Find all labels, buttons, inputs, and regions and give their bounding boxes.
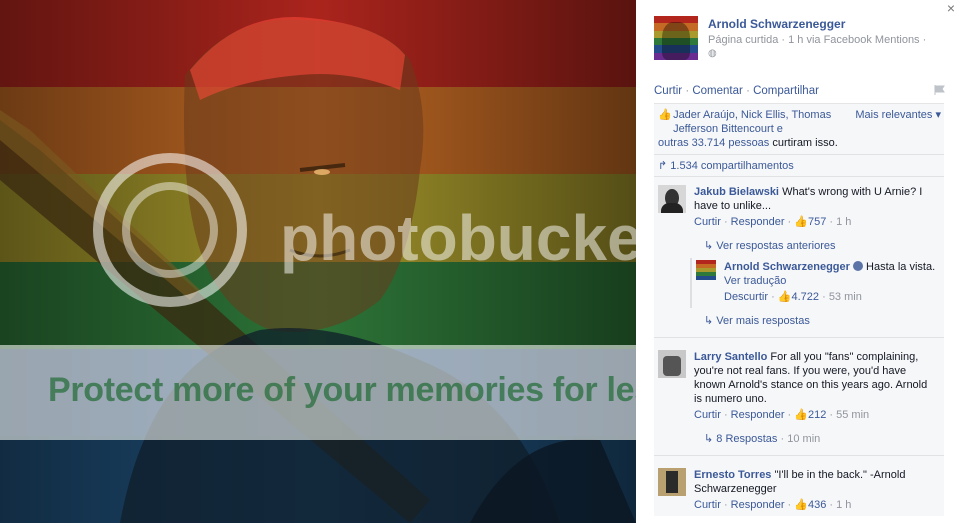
commenter-avatar[interactable] <box>658 185 686 213</box>
comment-reply-button[interactable]: Responder <box>731 499 785 511</box>
commenter-avatar[interactable] <box>658 468 686 496</box>
comment-meta: Curtir · Responder · 👍212 · 55 min <box>694 409 870 421</box>
replies-link[interactable]: ↳ 8 Respostas · 10 min <box>654 426 944 451</box>
thumbs-up-icon: 👍 <box>658 109 672 121</box>
reply-like-count[interactable]: 4.722 <box>792 291 820 303</box>
reply: Arnold Schwarzenegger Hasta la vista. Ve… <box>690 258 944 308</box>
comment-like-button[interactable]: Curtir <box>694 409 721 421</box>
commenter-name[interactable]: Larry Santello <box>694 351 767 363</box>
post-actions: Curtir · Comentar · Compartilhar <box>654 85 819 97</box>
post-author: Arnold Schwarzenegger Página curtida · 1… <box>654 16 926 60</box>
like-button[interactable]: Curtir <box>654 85 682 97</box>
thumbs-up-icon: 👍 <box>794 499 808 511</box>
post-side-panel: × Arnold Schwarzenegger Página curtida ·… <box>636 0 960 523</box>
feedback-section: 👍 Jader Araújo, Nick Ellis, Thomas Jeffe… <box>654 103 944 516</box>
sort-label: Mais relevantes <box>855 109 933 121</box>
comment-like-button[interactable]: Curtir <box>694 216 721 228</box>
replies-time: 10 min <box>787 433 821 445</box>
flag-icon[interactable] <box>934 85 946 95</box>
reply-meta: Descurtir · 👍4.722 · 53 min <box>724 291 862 303</box>
share-icon: ↱ <box>658 160 671 172</box>
share-button[interactable]: Compartilhar <box>753 85 819 97</box>
close-icon[interactable]: × <box>947 0 955 16</box>
globe-icon: ◍ <box>708 48 717 59</box>
commenter-name[interactable]: Jakub Bielawski <box>694 186 779 198</box>
comment-button[interactable]: Comentar <box>692 85 743 97</box>
divider <box>654 337 944 338</box>
svg-text:photobucket: photobucket <box>280 202 636 274</box>
thumbs-up-icon: 👍 <box>777 291 792 303</box>
comment-reply-button[interactable]: Responder <box>731 216 785 228</box>
sort-dropdown[interactable]: Mais relevantes ▾ <box>855 108 941 122</box>
author-avatar[interactable] <box>654 16 698 60</box>
comment-meta: Curtir · Responder · 👍757 · 1 h <box>694 216 852 228</box>
shares-count: 1.534 compartilhamentos <box>670 160 794 172</box>
watermark-text: Protect more of your memories for less! <box>48 371 636 409</box>
photobucket-watermark: photobucket <box>93 153 636 307</box>
replies-label: 8 Respostas <box>716 433 778 445</box>
comment: Larry Santello For all you "fans" compla… <box>654 342 944 426</box>
likes-suffix: curtiram isso. <box>772 137 838 149</box>
previous-replies-link[interactable]: ↳ Ver respostas anteriores <box>654 233 944 258</box>
comment-like-count[interactable]: 757 <box>808 216 826 228</box>
author-name[interactable]: Arnold Schwarzenegger <box>708 17 926 31</box>
reply-arrow-icon: ↳ <box>704 240 717 252</box>
see-translation-link[interactable]: Ver tradução <box>724 275 786 287</box>
comment: Ernesto Torres "I'll be in the back." -A… <box>654 460 944 516</box>
comment-like-button[interactable]: Curtir <box>694 499 721 511</box>
commenter-avatar[interactable] <box>658 350 686 378</box>
comment: Jakub Bielawski What's wrong with U Arni… <box>654 177 944 233</box>
verified-badge-icon <box>852 261 863 271</box>
reply-arrow-icon: ↳ <box>704 315 717 327</box>
shares-summary[interactable]: ↱ 1.534 compartilhamentos <box>654 155 944 177</box>
reply-author-avatar[interactable] <box>696 260 716 280</box>
comment-time[interactable]: 55 min <box>836 409 869 421</box>
previous-replies-label: Ver respostas anteriores <box>716 240 836 252</box>
others-link[interactable]: outras 33.714 pessoas <box>658 137 769 149</box>
comment-time[interactable]: 1 h <box>836 499 851 511</box>
thumbs-up-icon: 👍 <box>794 216 808 228</box>
post-meta: Página curtida · 1 h via Facebook Mentio… <box>708 34 927 46</box>
thumbs-up-icon: 👍 <box>794 409 808 421</box>
photo-viewer[interactable]: photobucket Protect more of your memorie… <box>0 0 636 523</box>
comment-like-count[interactable]: 436 <box>808 499 826 511</box>
commenter-name[interactable]: Ernesto Torres <box>694 469 771 481</box>
more-replies-link[interactable]: ↳ Ver mais respostas <box>654 308 944 333</box>
liker-names[interactable]: Jader Araújo, Nick Ellis, Thomas Jeffers… <box>673 108 863 136</box>
divider <box>654 455 944 456</box>
unlike-button[interactable]: Descurtir <box>724 291 768 303</box>
reply-arrow-icon: ↳ <box>704 433 717 445</box>
reply-text: Hasta la vista. <box>866 261 936 273</box>
watermark-banner: Protect more of your memories for less! <box>0 345 636 440</box>
chevron-down-icon: ▾ <box>932 109 941 121</box>
more-replies-label: Ver mais respostas <box>716 315 810 327</box>
comment-time[interactable]: 1 h <box>836 216 851 228</box>
reply-time[interactable]: 53 min <box>829 291 862 303</box>
comment-reply-button[interactable]: Responder <box>731 409 785 421</box>
likes-summary: 👍 Jader Araújo, Nick Ellis, Thomas Jeffe… <box>654 104 944 155</box>
reply-author-name[interactable]: Arnold Schwarzenegger <box>724 261 850 273</box>
comment-meta: Curtir · Responder · 👍436 · 1 h <box>694 499 852 511</box>
comment-like-count[interactable]: 212 <box>808 409 826 421</box>
